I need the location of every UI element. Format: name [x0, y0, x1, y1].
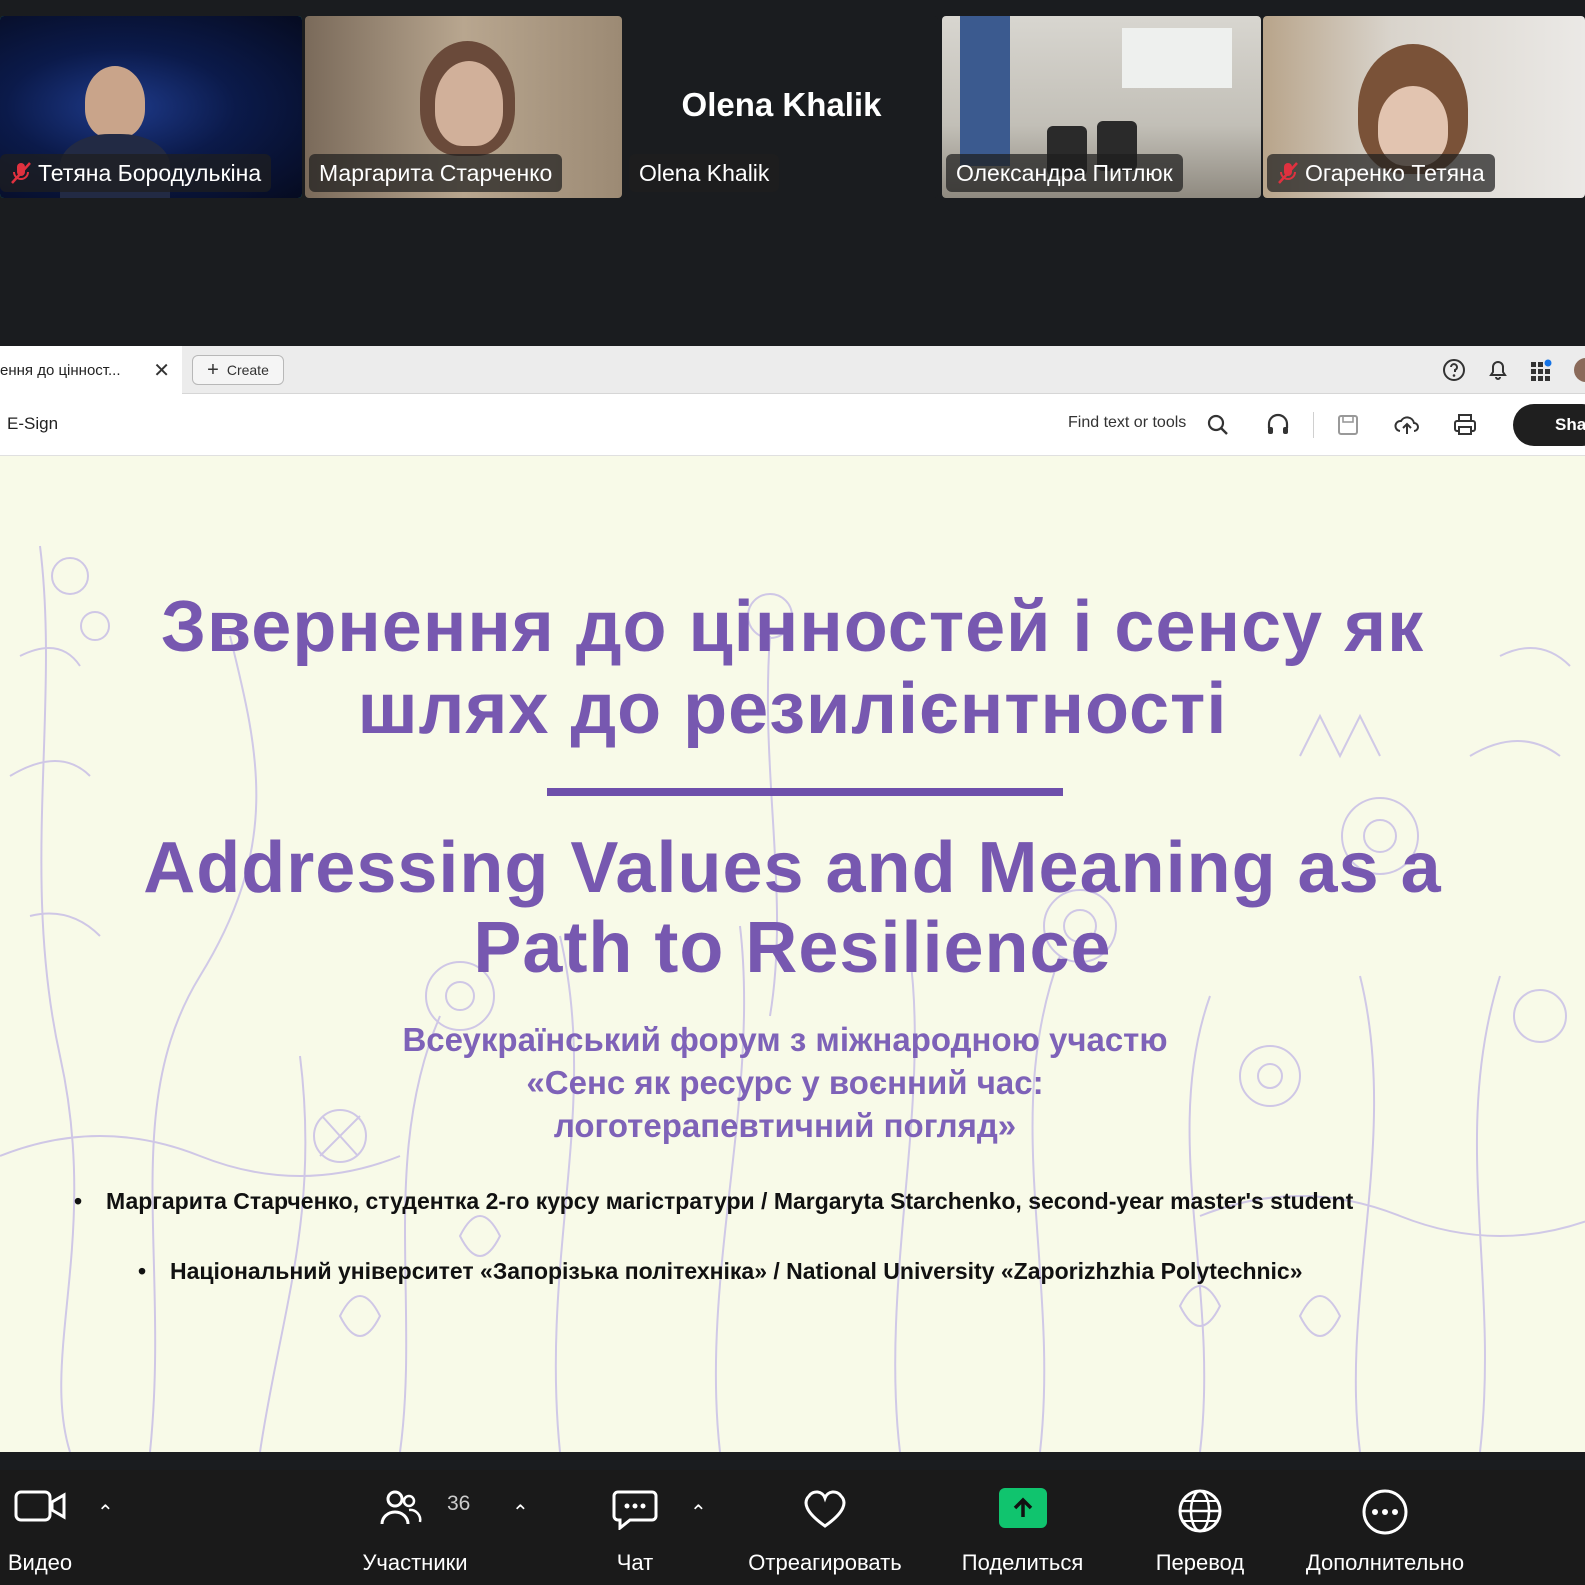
- video-camera-icon: [14, 1490, 66, 1522]
- title-line: Addressing Values and Meaning as a: [143, 828, 1442, 908]
- forum-subtitle: Всеукраїнський форум з міжнародною участ…: [0, 1018, 1585, 1147]
- search-icon[interactable]: [1203, 410, 1233, 440]
- globe-icon: [1178, 1489, 1222, 1533]
- banner: [960, 16, 1010, 166]
- react-label: Отреагировать: [748, 1550, 902, 1575]
- create-button[interactable]: + Create: [192, 355, 284, 385]
- subtitle-line: Всеукраїнський форум з міжнародною участ…: [402, 1021, 1168, 1058]
- more-label: Дополнительно: [1305, 1550, 1465, 1575]
- mic-muted-icon: [1278, 162, 1298, 184]
- pdf-toolbar: E-Sign Find text or tools Share: [0, 394, 1585, 456]
- share-label: Share: [1555, 415, 1585, 434]
- participant-tile-1[interactable]: Тетяна Бородулькіна: [0, 16, 302, 198]
- share-screen-button[interactable]: Поделиться: [950, 1470, 1095, 1585]
- zoom-window: Тетяна Бородулькіна Маргарита Старченко …: [0, 0, 1585, 1585]
- more-button[interactable]: Дополнительно: [1295, 1470, 1475, 1585]
- chevron-up-icon[interactable]: ⌃: [512, 1500, 529, 1525]
- participant-display-name: Olena Khalik: [681, 86, 882, 123]
- avatar[interactable]: [1574, 358, 1585, 382]
- title-line: шлях до резилієнтності: [357, 669, 1228, 749]
- react-button[interactable]: Отреагировать: [735, 1470, 915, 1585]
- participant-tile-5[interactable]: Огаренко Тетяна: [1263, 16, 1585, 198]
- presentation-slide: Звернення до цінностей і сенсу як шлях д…: [0, 456, 1585, 1452]
- chevron-up-icon[interactable]: ⌃: [690, 1500, 707, 1525]
- participant-name: Огаренко Тетяна: [1305, 160, 1485, 186]
- toolbar-divider: [1313, 412, 1314, 438]
- browser-tab-bar: ення до цінност... ✕ + Create: [0, 346, 1585, 394]
- bell-icon[interactable]: [1484, 356, 1512, 384]
- plus-icon: +: [207, 359, 219, 381]
- share-document-button[interactable]: Share: [1513, 404, 1585, 446]
- more-options-icon: [1362, 1489, 1408, 1535]
- translate-label: Перевод: [1155, 1550, 1245, 1575]
- participant-face: [435, 61, 503, 146]
- heart-icon: [804, 1490, 846, 1528]
- title-line: Звернення до цінностей і сенсу як: [160, 587, 1425, 667]
- create-label: Create: [226, 362, 269, 378]
- tab-title: ення до цінност...: [0, 361, 121, 379]
- participant-tile-2[interactable]: Маргарита Старченко: [305, 16, 622, 198]
- close-icon[interactable]: ✕: [153, 358, 170, 383]
- esign-menu[interactable]: E-Sign: [7, 414, 58, 434]
- read-aloud-icon[interactable]: [1263, 410, 1293, 440]
- participant-face: [85, 66, 145, 138]
- translate-button[interactable]: Перевод: [1140, 1470, 1260, 1585]
- share-screen-icon: [998, 1488, 1047, 1528]
- subtitle-line: логотерапевтичний погляд»: [553, 1107, 1017, 1144]
- chat-label: Чат: [616, 1550, 654, 1575]
- shared-screen: ення до цінност... ✕ + Create E-Sign Fin…: [0, 346, 1585, 1452]
- participants-button[interactable]: Участники: [345, 1470, 485, 1585]
- participant-tile-4[interactable]: Олександра Питлюк: [942, 16, 1261, 198]
- video-button[interactable]: Видео: [0, 1470, 80, 1585]
- participant-strip: Тетяна Бородулькіна Маргарита Старченко …: [0, 16, 1585, 198]
- author-bullet: Маргарита Старченко, студентка 2-го курс…: [74, 1188, 1353, 1215]
- subtitle-line: «Сенс як ресурс у воєнний час:: [526, 1064, 1044, 1101]
- share-label: Поделиться: [961, 1550, 1084, 1575]
- meeting-controls: Видео ⌃ Участники 36 ⌃ Чат ⌃ Отреагирова…: [0, 1470, 1585, 1585]
- chevron-up-icon[interactable]: ⌃: [97, 1500, 114, 1525]
- mic-muted-icon: [11, 162, 31, 184]
- browser-tab[interactable]: ення до цінност... ✕: [0, 346, 182, 394]
- chat-button[interactable]: Чат: [585, 1470, 685, 1585]
- affiliation-bullet: Національний університет «Запорізька пол…: [138, 1258, 1303, 1285]
- video-label: Видео: [7, 1550, 73, 1575]
- slide-title-ukrainian: Звернення до цінностей і сенсу як шлях д…: [0, 586, 1585, 750]
- name-tag: Огаренко Тетяна: [1267, 154, 1495, 192]
- help-icon[interactable]: [1440, 356, 1468, 384]
- save-icon[interactable]: [1333, 410, 1363, 440]
- name-tag: Олександра Питлюк: [946, 154, 1183, 192]
- participant-name: Тетяна Бородулькіна: [38, 160, 262, 186]
- name-tag: Тетяна Бородулькіна: [0, 154, 272, 192]
- find-tools-input[interactable]: Find text or tools: [1068, 414, 1186, 432]
- upload-cloud-icon[interactable]: [1392, 410, 1422, 440]
- chat-icon: [612, 1490, 658, 1530]
- print-icon[interactable]: [1450, 410, 1480, 440]
- projection-screen: [1122, 28, 1232, 88]
- participant-name: Маргарита Старченко: [319, 160, 553, 186]
- name-tag: Olena Khalik: [629, 154, 780, 192]
- participants-icon: [380, 1490, 422, 1525]
- participants-count: 36: [447, 1492, 471, 1515]
- participant-name: Olena Khalik: [639, 160, 770, 186]
- title-line: Path to Resilience: [473, 908, 1112, 988]
- participant-tile-3[interactable]: Olena Khalik Olena Khalik: [625, 16, 938, 198]
- title-divider: [547, 788, 1063, 796]
- name-tag: Маргарита Старченко: [309, 154, 563, 192]
- slide-title-english: Addressing Values and Meaning as a Path …: [0, 828, 1585, 988]
- participants-label: Участники: [362, 1550, 468, 1575]
- apps-grid-icon[interactable]: [1527, 356, 1555, 384]
- participant-name: Олександра Питлюк: [956, 160, 1173, 186]
